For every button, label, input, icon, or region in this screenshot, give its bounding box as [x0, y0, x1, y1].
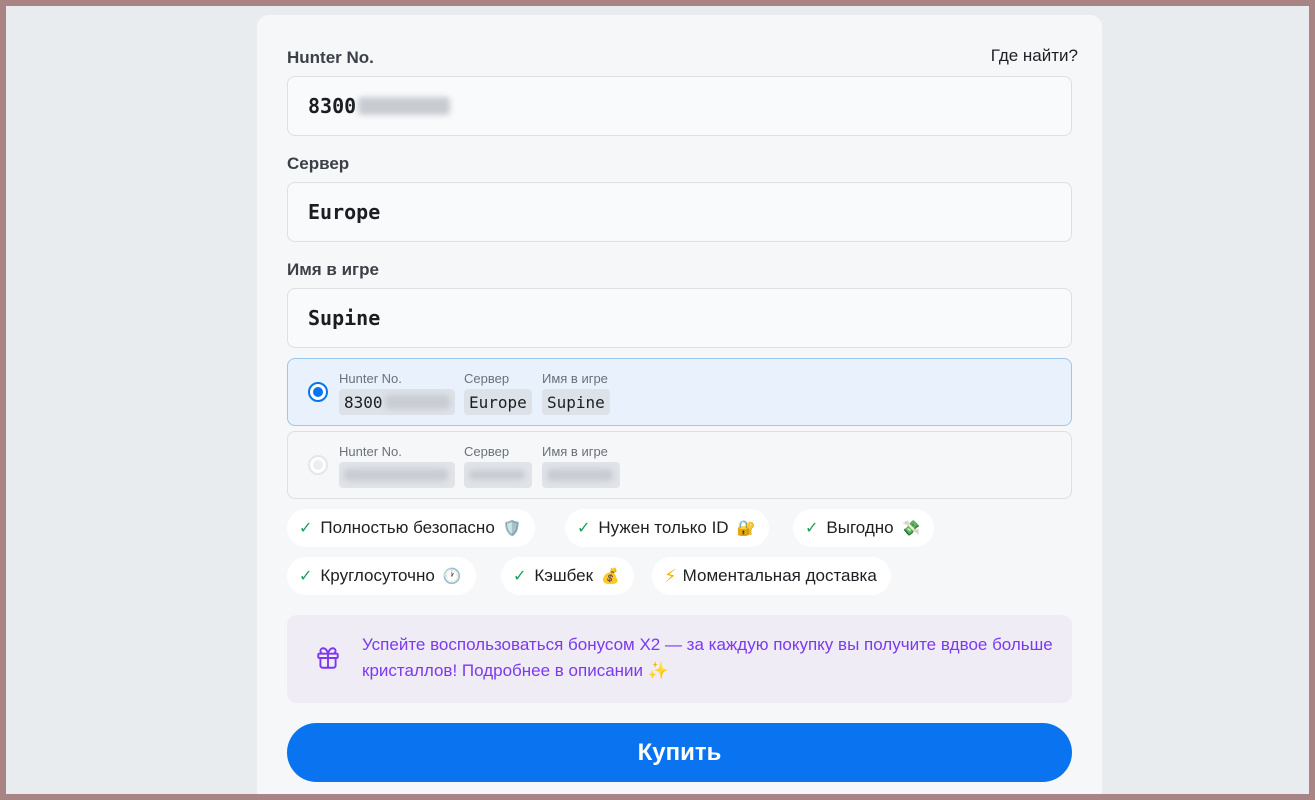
- feature-label: Моментальная доставка: [682, 566, 877, 585]
- server-input[interactable]: Europe: [287, 182, 1072, 242]
- hunter-no-hidden-digits: [358, 97, 451, 115]
- feature-label: Кэшбек: [534, 566, 594, 585]
- account-server-value: Europe: [464, 389, 532, 415]
- gift-icon: [315, 645, 341, 676]
- account-server-label: Сервер: [464, 371, 510, 386]
- money-bag-emoji-icon: 💰: [601, 568, 620, 585]
- checkmark-icon: ✓: [513, 568, 527, 585]
- saved-account-option[interactable]: Hunter No. Сервер Имя в игре: [287, 431, 1072, 499]
- feature-label: Выгодно: [826, 518, 894, 537]
- radio-selected-icon[interactable]: [308, 382, 328, 402]
- checkmark-icon: ✓: [299, 568, 313, 585]
- checkmark-icon: ✓: [577, 520, 591, 537]
- page-background: Hunter No. Где найти? 8300 Сервер Europe…: [6, 6, 1309, 794]
- in-game-name-input[interactable]: Supine: [287, 288, 1072, 348]
- checkmark-icon: ✓: [299, 520, 313, 537]
- account-hunter-text: 8300: [344, 392, 383, 412]
- account-hunter-label: Hunter No.: [339, 371, 402, 386]
- server-label: Сервер: [287, 154, 350, 173]
- account-name-value: Supine: [542, 389, 610, 415]
- account-name-label: Имя в игре: [542, 444, 608, 459]
- account-server-label: Сервер: [464, 444, 510, 459]
- feature-pill: ✓ Круглосуточно 🕐: [287, 557, 476, 595]
- feature-pill: ✓ Кэшбек 💰: [501, 557, 634, 595]
- hunter-no-input[interactable]: 8300: [287, 76, 1072, 136]
- where-to-find-link[interactable]: Где найти?: [991, 46, 1078, 66]
- account-hunter-hidden: [344, 469, 448, 481]
- radio-unselected-icon[interactable]: [308, 455, 328, 475]
- buy-button[interactable]: Купить: [287, 723, 1072, 782]
- in-game-name-label: Имя в игре: [287, 260, 379, 279]
- lightning-icon: ⚡: [664, 565, 677, 586]
- account-server-hidden: [469, 470, 525, 480]
- bonus-banner: Успейте воспользоваться бонусом X2 — за …: [287, 615, 1072, 703]
- feature-pill: ⚡ Моментальная доставка: [652, 557, 891, 595]
- account-hunter-value: [339, 462, 455, 488]
- in-game-name-value: Supine: [308, 306, 381, 330]
- checkmark-icon: ✓: [805, 520, 819, 537]
- feature-pill: ✓ Полностью безопасно 🛡️: [287, 509, 536, 547]
- money-emoji-icon: 💸: [901, 520, 921, 537]
- shield-emoji-icon: 🛡️: [502, 520, 522, 537]
- account-hunter-hidden: [384, 395, 450, 409]
- feature-pill: ✓ Нужен только ID 🔐: [565, 509, 770, 547]
- feature-label: Круглосуточно: [320, 566, 435, 585]
- purchase-form-card: Hunter No. Где найти? 8300 Сервер Europe…: [257, 15, 1102, 794]
- clock-emoji-icon: 🕐: [442, 568, 462, 585]
- account-hunter-label: Hunter No.: [339, 444, 402, 459]
- account-hunter-value: 8300: [339, 389, 455, 415]
- account-name-value: [542, 462, 620, 488]
- feature-pill: ✓ Выгодно 💸: [793, 509, 935, 547]
- lock-emoji-icon: 🔐: [736, 520, 756, 537]
- account-server-value: [464, 462, 532, 488]
- account-name-hidden: [547, 469, 613, 481]
- account-name-label: Имя в игре: [542, 371, 608, 386]
- hunter-no-label: Hunter No.: [287, 48, 374, 67]
- saved-account-option[interactable]: Hunter No. 8300 Сервер Europe Имя в игре…: [287, 358, 1072, 426]
- hunter-no-value: 8300: [308, 94, 357, 118]
- server-value: Europe: [308, 200, 381, 224]
- feature-label: Полностью безопасно: [320, 518, 495, 537]
- feature-label: Нужен только ID: [598, 518, 729, 537]
- bonus-text: Успейте воспользоваться бонусом X2 — за …: [362, 635, 1053, 680]
